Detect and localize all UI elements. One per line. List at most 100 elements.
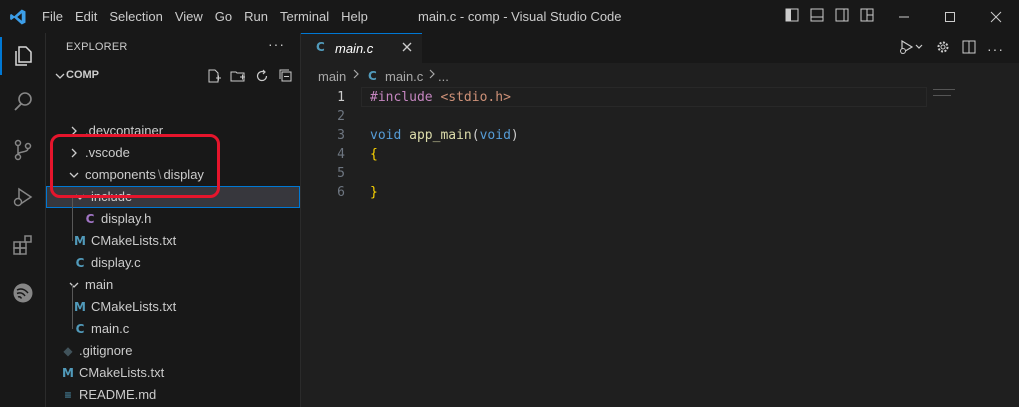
tree-item-label: main — [85, 277, 114, 292]
explorer-more-actions[interactable]: ··· — [268, 36, 285, 52]
code-line[interactable]: { — [370, 147, 378, 162]
breadcrumb-symbol[interactable]: ... — [438, 69, 449, 84]
tree-file[interactable]: ◆ .gitignore — [46, 340, 300, 362]
title-bar: File Edit Selection View Go Run Terminal Help m… — [0, 0, 1019, 33]
split-editor-icon[interactable] — [961, 39, 977, 58]
maximize-icon[interactable] — [927, 0, 973, 33]
menu-item-run[interactable]: Run — [238, 0, 274, 33]
tree-file[interactable]: M CMakeLists.txt — [46, 296, 300, 318]
editor-tabs: C main.c ··· — [301, 33, 1019, 63]
layout-controls — [784, 0, 875, 33]
refresh-icon[interactable] — [254, 68, 270, 87]
toggle-panel-icon[interactable] — [809, 7, 825, 26]
tree-file[interactable]: M CMakeLists.txt — [46, 362, 300, 384]
line-number: 4 — [337, 147, 345, 162]
run-debug-icon[interactable] — [0, 174, 46, 220]
line-number: 1 — [337, 90, 345, 105]
chevron-right-icon — [351, 67, 361, 84]
search-icon[interactable] — [0, 79, 46, 125]
code-line[interactable]: void app_main(void) — [370, 128, 519, 143]
tree-file[interactable]: ≡ README.md — [46, 384, 300, 406]
chevron-right-icon — [427, 67, 437, 84]
workspace-folder-header[interactable]: COMP — [46, 65, 300, 87]
tree-file[interactable]: Cdisplay.h — [46, 208, 300, 230]
line-number: 2 — [337, 109, 345, 124]
new-folder-icon[interactable] — [230, 68, 246, 87]
tree-item-label: display.h — [101, 211, 152, 226]
window-title: main.c - comp - Visual Studio Code — [418, 9, 622, 24]
menu-item-file[interactable]: File — [36, 0, 69, 33]
code-line[interactable]: } — [370, 185, 378, 200]
tree-item-label: CMakeLists.txt — [91, 233, 177, 248]
code-token: <stdio.h> — [440, 90, 511, 105]
highlight-annotation — [50, 134, 220, 198]
line-number: 6 — [337, 185, 345, 200]
line-number: 5 — [337, 166, 345, 181]
tab-label: main.c — [335, 41, 374, 56]
c-file-icon: C — [368, 69, 377, 83]
breadcrumb-file[interactable]: main.c — [385, 69, 423, 84]
menu-item-terminal[interactable]: Terminal — [274, 0, 335, 33]
toggle-secondary-sidebar-icon[interactable] — [834, 7, 850, 26]
tree-item-label: .gitignore — [79, 343, 133, 358]
menu-item-edit[interactable]: Edit — [69, 0, 103, 33]
esp-idf-icon[interactable] — [0, 270, 46, 316]
code-token: ) — [510, 128, 519, 143]
tree-item-label: display.c — [91, 255, 141, 270]
c-file-icon: C — [75, 322, 85, 336]
code-line[interactable]: #include <stdio.h> — [370, 90, 511, 105]
indent-guide — [72, 285, 73, 329]
menu-bar: File Edit Selection View Go Run Terminal Help — [36, 0, 374, 33]
menu-item-selection[interactable]: Selection — [103, 0, 168, 33]
breadcrumb: main C main.c ... — [301, 63, 1019, 87]
markdown-file-icon: ≡ — [64, 388, 72, 402]
collapse-all-icon[interactable] — [278, 68, 294, 87]
explorer-sidebar: EXPLORER ··· COMP .devcontainer .vscode co… — [46, 33, 301, 407]
editor-area: C main.c ··· main C main.c ... 1 #include… — [301, 33, 1019, 407]
close-tab-icon[interactable] — [399, 39, 415, 58]
breadcrumb-folder[interactable]: main — [318, 69, 346, 84]
chevron-down-icon — [66, 277, 82, 293]
cmake-file-icon: M — [62, 366, 74, 380]
cmake-file-icon: M — [74, 234, 86, 248]
workspace-folder-name: COMP — [66, 69, 99, 81]
tree-file[interactable]: M CMakeLists.txt — [46, 230, 300, 252]
explorer-icon[interactable] — [0, 33, 46, 79]
customize-layout-icon[interactable] — [859, 7, 875, 26]
activity-bar — [0, 33, 46, 407]
indent-guide — [72, 197, 73, 241]
tree-item-label: CMakeLists.txt — [91, 299, 177, 314]
extensions-icon[interactable] — [0, 222, 46, 268]
code-token: void — [370, 128, 410, 143]
c-file-icon: C — [316, 40, 325, 54]
code-token: void — [479, 128, 511, 143]
new-file-icon[interactable] — [206, 68, 222, 87]
vscode-logo-icon — [0, 0, 36, 33]
code-token: { — [370, 147, 378, 162]
line-number: 3 — [337, 128, 345, 143]
menu-item-go[interactable]: Go — [209, 0, 238, 33]
tree-file[interactable]: Cmain.c — [46, 318, 300, 340]
menu-item-help[interactable]: Help — [335, 0, 374, 33]
minimize-icon[interactable] — [881, 0, 927, 33]
c-file-icon: C — [85, 212, 95, 226]
more-actions-icon[interactable]: ··· — [987, 41, 1004, 57]
gitignore-file-icon: ◆ — [63, 344, 73, 358]
source-control-icon[interactable] — [0, 127, 46, 173]
cmake-file-icon: M — [74, 300, 86, 314]
window-controls — [881, 0, 1019, 33]
tree-folder[interactable]: main — [46, 274, 300, 296]
explorer-header: EXPLORER — [66, 41, 128, 53]
tree-file[interactable]: Cdisplay.c — [46, 252, 300, 274]
tree-item-label: CMakeLists.txt — [79, 365, 165, 380]
gear-icon[interactable] — [935, 39, 951, 58]
tree-item-label: main.c — [91, 321, 130, 336]
run-debug-dropdown-icon[interactable] — [899, 39, 925, 58]
c-file-icon: C — [75, 256, 85, 270]
close-window-icon[interactable] — [973, 0, 1019, 33]
menu-item-view[interactable]: View — [169, 0, 209, 33]
toggle-primary-sidebar-icon[interactable] — [784, 7, 800, 26]
code-token: } — [370, 185, 378, 200]
tab-main-c[interactable]: C main.c — [301, 33, 422, 63]
minimap[interactable] — [933, 89, 957, 97]
